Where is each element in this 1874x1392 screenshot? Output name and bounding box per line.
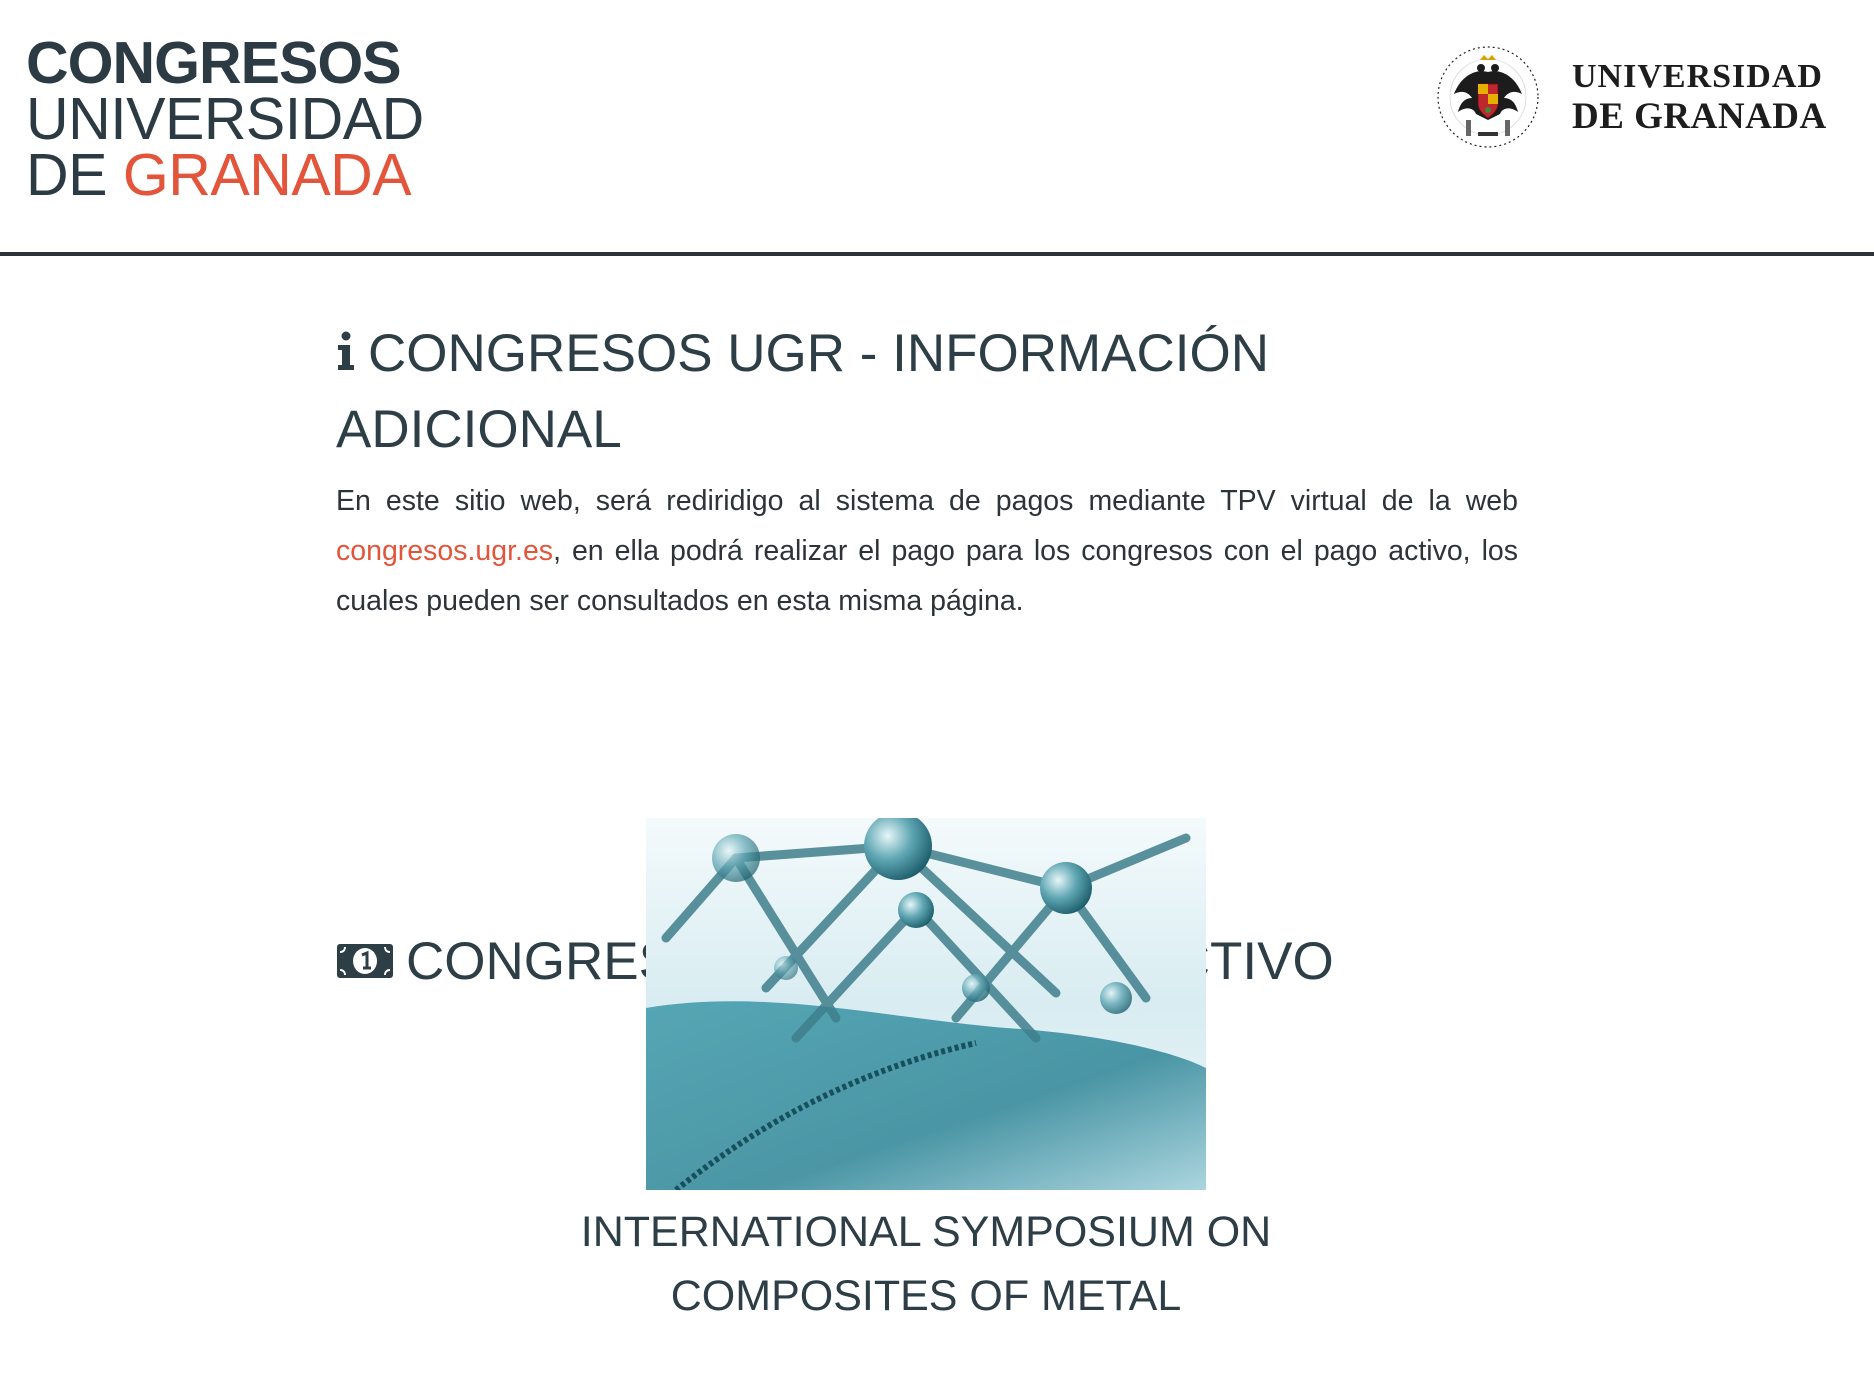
logo-line-granada: GRANADA (122, 142, 412, 208)
logo-line-de-granada: DE GRANADA (26, 146, 426, 205)
info-icon (336, 316, 356, 392)
logo-line-congresos: CONGRESOS (26, 30, 402, 96)
congress-card[interactable]: INTERNATIONAL SYMPOSIUM ON COMPOSITES OF… (581, 818, 1271, 1320)
universidad-granada-logo[interactable]: UNIVERSIDAD DE GRANADA (1434, 38, 1834, 158)
congresos-ugr-logo[interactable]: CONGRESOS UNIVERSIDAD DE GRANADA (26, 30, 426, 205)
info-section-text: En este sitio web, será rediridigo al si… (336, 476, 1518, 626)
intro-text-before-link: En este sitio web, será rediridigo al si… (336, 485, 1518, 517)
logo-line-universidad: UNIVERSIDAD (26, 86, 424, 152)
site-header: CONGRESOS UNIVERSIDAD DE GRANADA UNIVERS… (0, 0, 1874, 256)
university-seal-icon (1437, 46, 1539, 148)
university-wordmark-line2: DE GRANADA (1572, 96, 1827, 137)
money-bill-icon (336, 924, 394, 1000)
info-section-title-text: CONGRESOS UGR - INFORMACIÓN ADICIONAL (336, 324, 1270, 459)
logo-line-de: DE (26, 142, 123, 208)
university-wordmark-line1: UNIVERSIDAD (1572, 58, 1823, 95)
page: CONGRESOS UNIVERSIDAD DE GRANADA UNIVERS… (0, 0, 1874, 1392)
university-wordmark: UNIVERSIDAD DE GRANADA (1572, 58, 1827, 137)
congresos-ugr-link[interactable]: congresos.ugr.es (336, 535, 553, 567)
info-section-title: CONGRESOS UGR - INFORMACIÓN ADICIONAL (336, 316, 1336, 468)
molecular-structure-image[interactable] (646, 818, 1206, 1190)
congress-name[interactable]: INTERNATIONAL SYMPOSIUM ON COMPOSITES OF… (566, 1200, 1286, 1328)
